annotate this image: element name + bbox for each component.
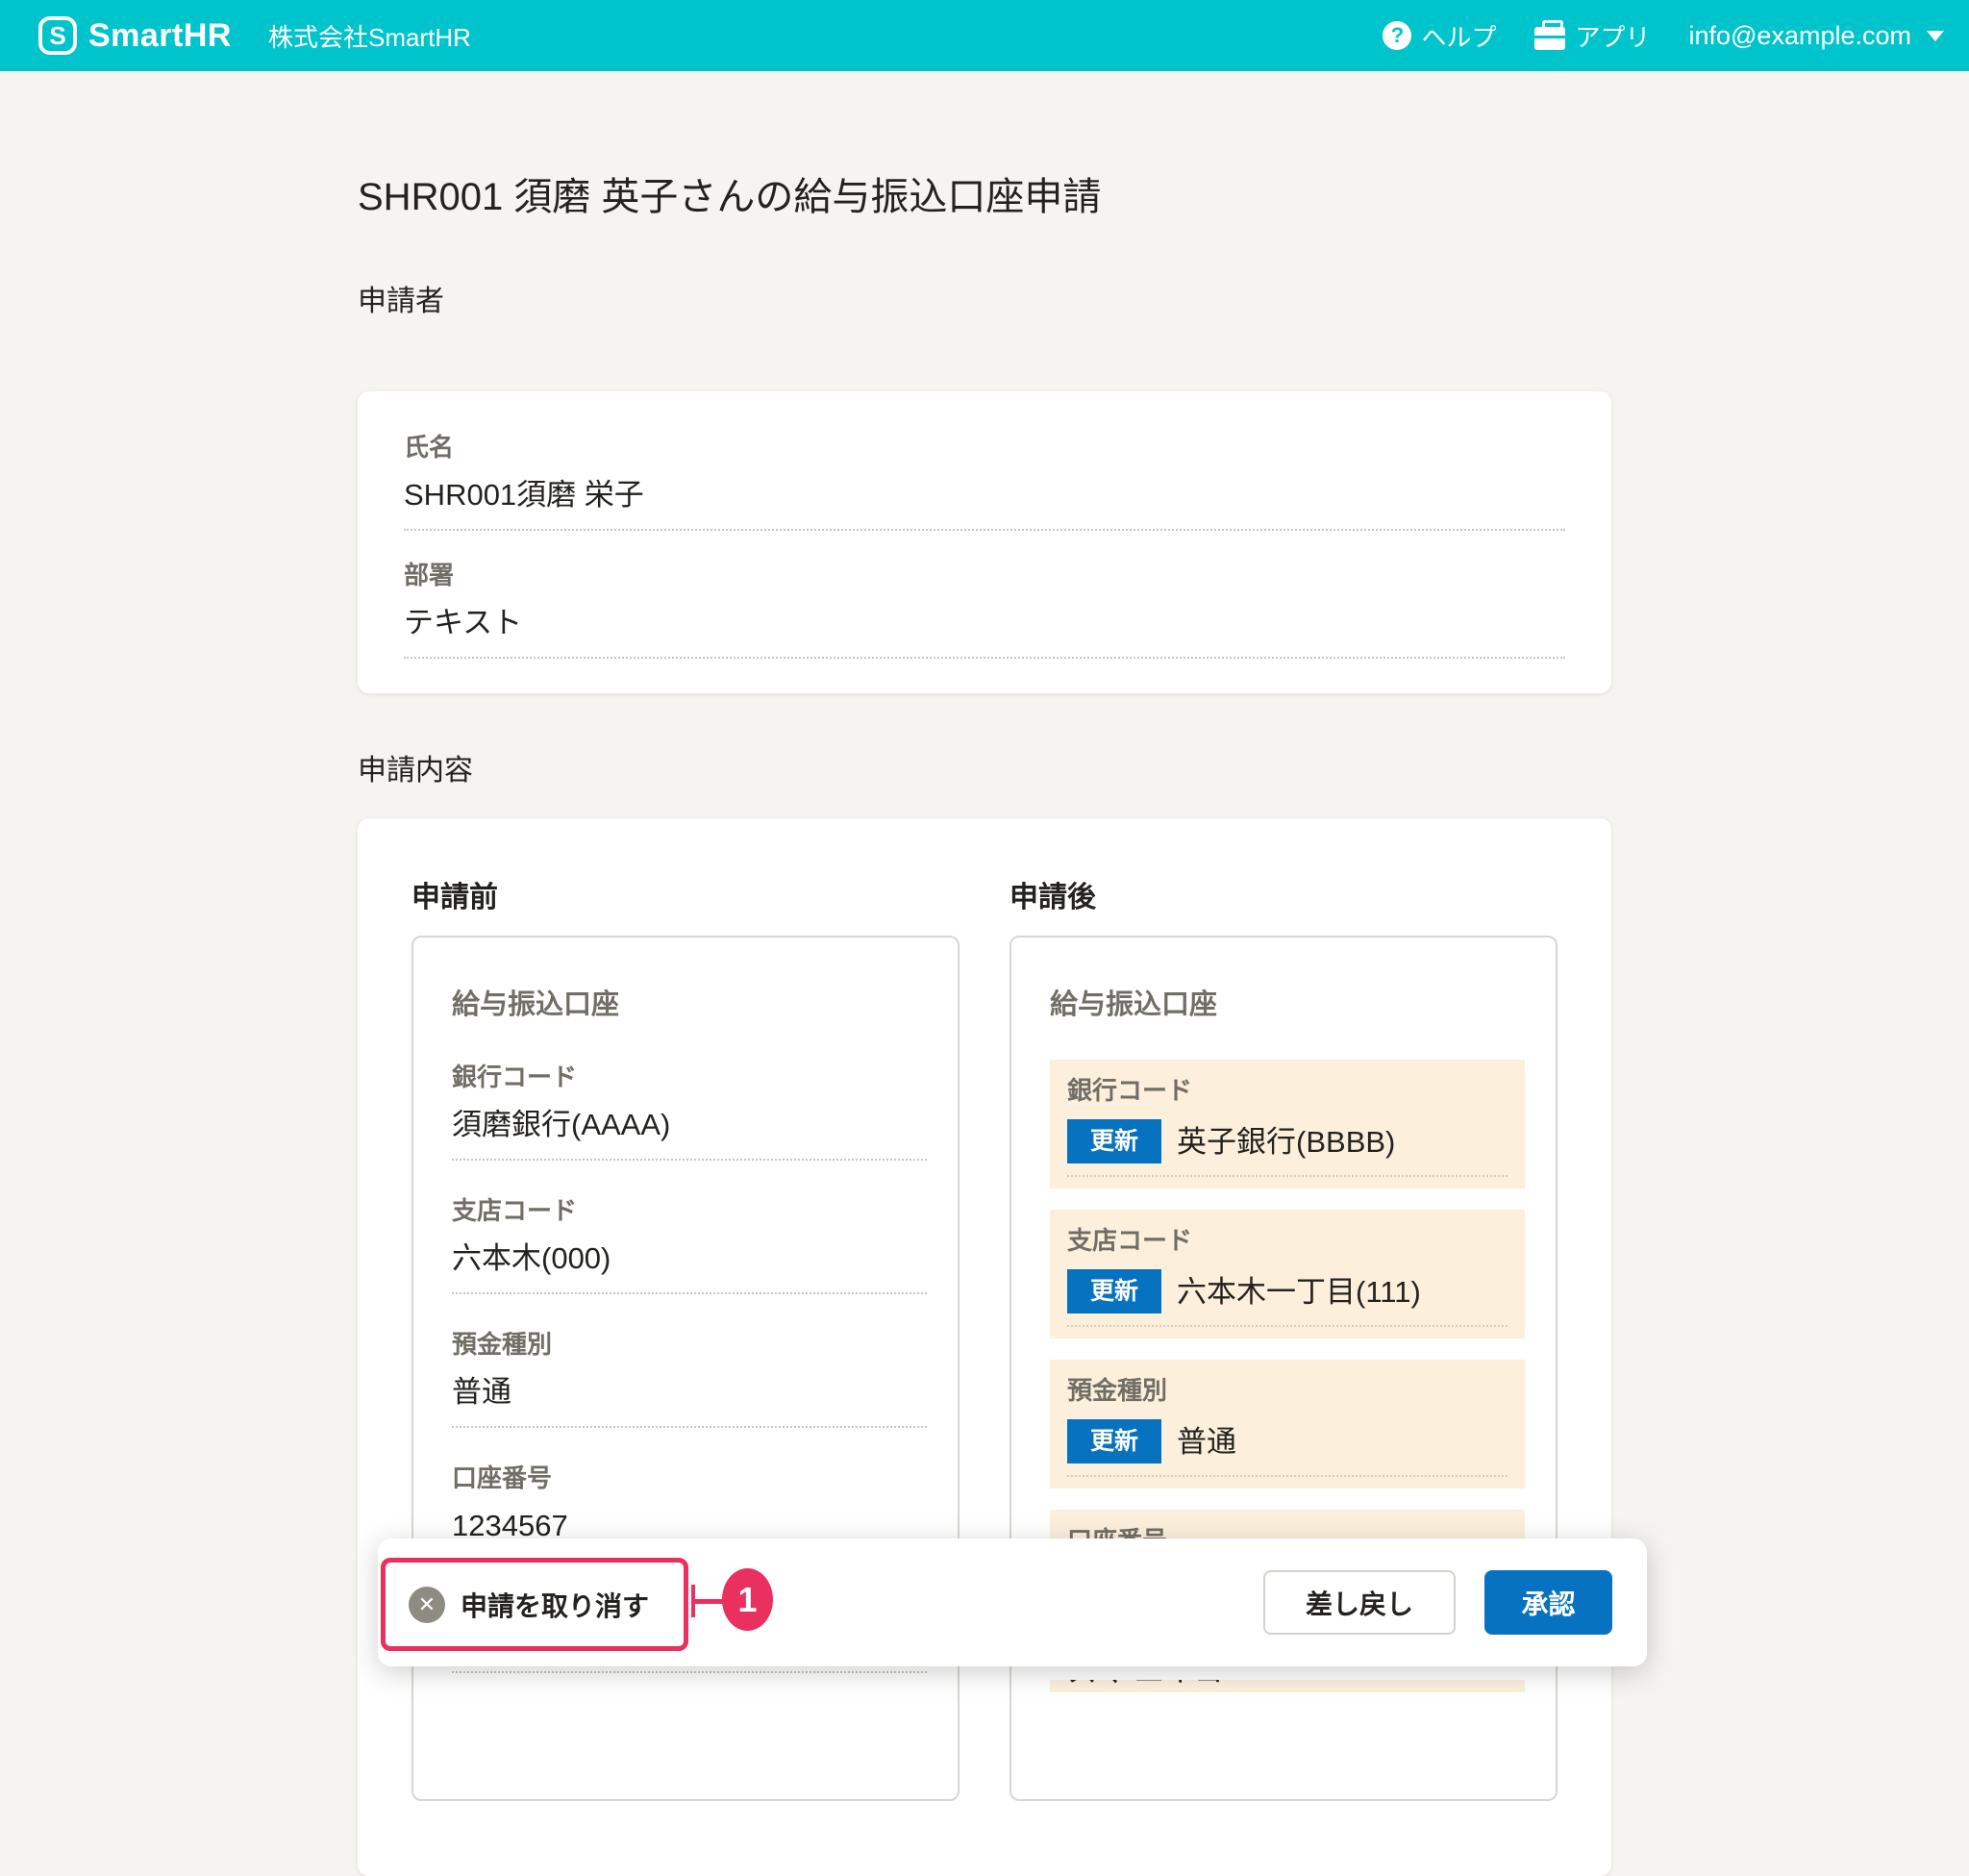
account-group-heading: 給与振込口座: [1050, 986, 1525, 1025]
field-value: 須磨銀行(AAAA): [452, 1104, 927, 1145]
applicant-name-field: 氏名 SHR001須磨 栄子: [404, 430, 1565, 531]
applicant-section-heading: 申請者: [358, 282, 1611, 322]
field-label: 預金種別: [452, 1327, 927, 1362]
account-email: info@example.com: [1688, 21, 1911, 51]
applicant-card: 氏名 SHR001須磨 栄子 部署 テキスト: [358, 391, 1611, 693]
account-group-heading: 給与振込口座: [452, 986, 927, 1025]
divider: [1067, 1175, 1508, 1177]
applicant-department-field: 部署 テキスト: [404, 558, 1565, 659]
divider: [404, 657, 1565, 659]
approve-button[interactable]: 承認: [1484, 1570, 1612, 1635]
field-value: 普通: [452, 1371, 927, 1413]
after-box: 給与振込口座 銀行コード 更新 英子銀行(BBBB) 支店コード 更新: [1009, 936, 1558, 1801]
request-section-heading: 申請内容: [358, 751, 1611, 791]
field-label: 支店コード: [1067, 1223, 1508, 1258]
apps-label: アプリ: [1575, 18, 1650, 54]
divider: [404, 529, 1565, 531]
field-label: 銀行コード: [1067, 1073, 1508, 1108]
field-value: テキスト: [404, 602, 1565, 643]
field-label: 氏名: [404, 430, 1565, 464]
field-label: 支店コード: [452, 1193, 927, 1228]
account-dropdown[interactable]: info@example.com: [1688, 21, 1944, 51]
help-label: ヘルプ: [1421, 18, 1496, 54]
field-value: SHR001須磨 栄子: [404, 474, 1565, 515]
divider: [452, 1159, 927, 1161]
chevron-down-icon: [1927, 31, 1944, 41]
smarthr-logo[interactable]: S SmartHR: [38, 16, 232, 55]
field-label: 口座番号: [452, 1461, 927, 1495]
briefcase-icon: [1534, 27, 1565, 50]
after-heading: 申請後: [1009, 878, 1558, 918]
before-branch-code: 支店コード 六本木(000): [452, 1193, 927, 1294]
annotation-number-badge: 1: [722, 1568, 773, 1631]
field-label: 預金種別: [1067, 1373, 1508, 1408]
divider: [452, 1671, 927, 1673]
before-bank-code: 銀行コード 須磨銀行(AAAA): [452, 1060, 927, 1161]
page-title: SHR001 須磨 英子さんの給与振込口座申請: [358, 170, 1611, 224]
field-label: 部署: [404, 558, 1565, 592]
cancel-request-button[interactable]: ✕ 申請を取り消す: [409, 1586, 649, 1624]
after-branch-code: 支店コード 更新 六本木一丁目(111): [1050, 1210, 1525, 1338]
field-value: スマ エイコ: [1067, 1680, 1508, 1692]
annotation-connector-line: [691, 1599, 724, 1604]
after-account-type: 預金種別 更新 普通: [1050, 1360, 1525, 1488]
after-bank-code: 銀行コード 更新 英子銀行(BBBB): [1050, 1060, 1525, 1188]
apps-menu[interactable]: アプリ: [1534, 18, 1650, 54]
update-badge: 更新: [1067, 1269, 1161, 1313]
divider: [1067, 1475, 1508, 1477]
field-value: 普通: [1177, 1421, 1236, 1463]
before-heading: 申請前: [411, 878, 960, 918]
cancel-request-label: 申請を取り消す: [461, 1586, 649, 1624]
app-header: S SmartHR 株式会社SmartHR ? ヘルプ アプリ info@exa…: [0, 0, 1969, 71]
annotation-highlight-box: ✕ 申請を取り消す: [381, 1558, 688, 1651]
divider: [452, 1292, 927, 1294]
smarthr-logo-text: SmartHR: [88, 17, 232, 55]
field-value: 六本木(000): [452, 1238, 927, 1279]
request-card: 申請前 給与振込口座 銀行コード 須磨銀行(AAAA) 支店コード 六本木(00…: [358, 818, 1611, 1876]
field-value: 英子銀行(BBBB): [1177, 1121, 1395, 1163]
before-box: 給与振込口座 銀行コード 須磨銀行(AAAA) 支店コード 六本木(000) 預…: [411, 936, 960, 1801]
help-menu[interactable]: ? ヘルプ: [1383, 18, 1496, 54]
before-account-type: 預金種別 普通: [452, 1327, 927, 1428]
approval-action-bar: ✕ 申請を取り消す 1 差し戻し 承認: [378, 1538, 1647, 1666]
divider: [452, 1426, 927, 1428]
update-badge: 更新: [1067, 1419, 1161, 1463]
company-name: 株式会社SmartHR: [268, 18, 471, 54]
field-value: 六本木一丁目(111): [1177, 1271, 1421, 1313]
field-label: 銀行コード: [452, 1060, 927, 1094]
send-back-button[interactable]: 差し戻し: [1263, 1570, 1456, 1635]
close-icon: ✕: [409, 1587, 445, 1623]
update-badge: 更新: [1067, 1119, 1161, 1163]
smarthr-logo-icon: S: [38, 16, 77, 55]
after-account-holder-partial: スマ エイコ: [1050, 1680, 1525, 1692]
help-icon: ?: [1383, 21, 1411, 50]
divider: [1067, 1325, 1508, 1327]
